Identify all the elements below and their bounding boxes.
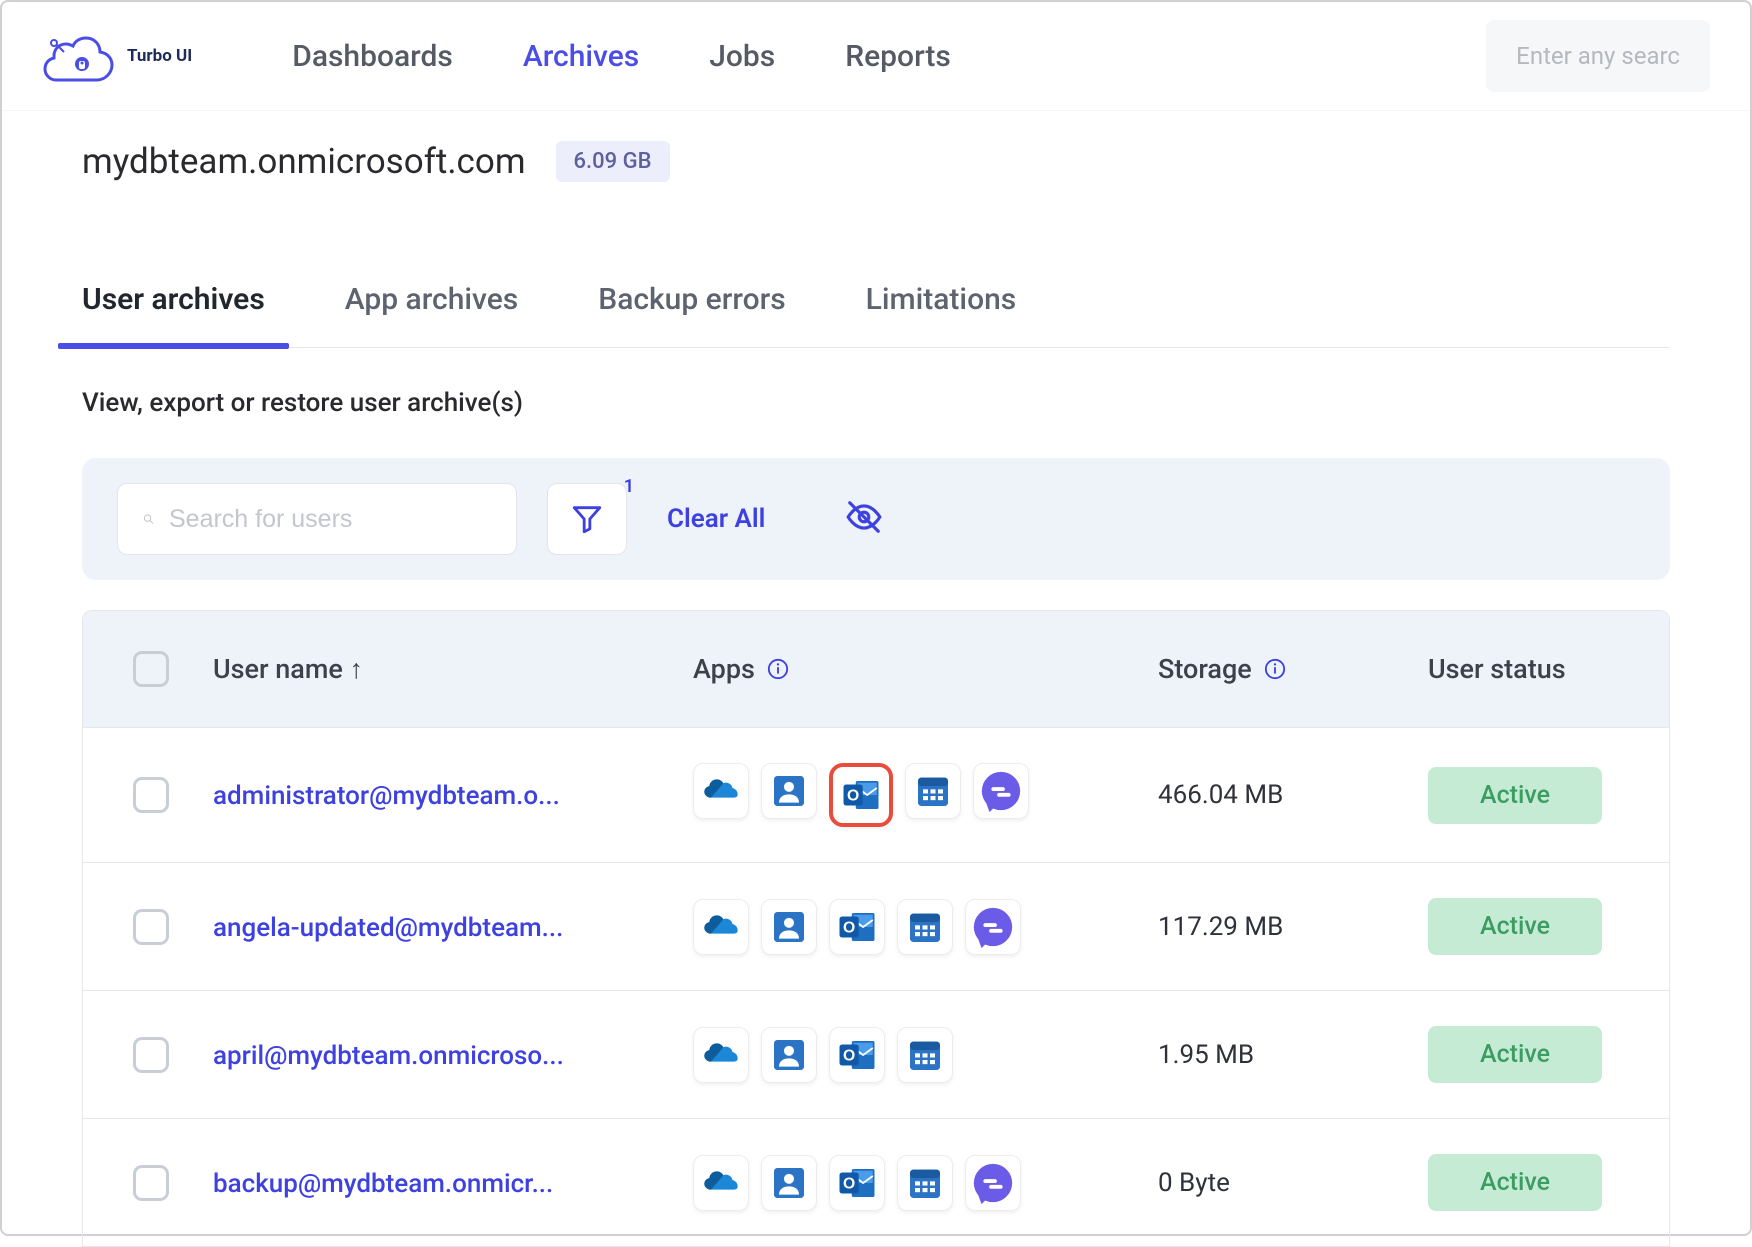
page-title: mydbteam.onmicrosoft.com <box>82 141 526 182</box>
col-header-username-label: User name <box>213 653 343 685</box>
table-row: administrator@mydbteam.o... O 466.04 MB Act… <box>83 727 1669 862</box>
clear-all-button[interactable]: Clear All <box>667 504 765 534</box>
outlook-app-icon[interactable]: O <box>829 1027 885 1083</box>
row-checkbox[interactable] <box>133 1165 169 1201</box>
outlook-app-icon[interactable]: O <box>829 1155 885 1211</box>
status-badge: Active <box>1428 1154 1602 1211</box>
calendar-app-icon[interactable] <box>905 763 961 819</box>
table-row: backup@mydbteam.onmicr... O 0 Byte Active <box>83 1118 1669 1246</box>
info-icon[interactable] <box>1264 658 1286 680</box>
onedrive-app-icon[interactable] <box>693 1027 749 1083</box>
col-header-storage-label: Storage <box>1158 653 1252 685</box>
apps-cell: O <box>693 1155 1148 1211</box>
contacts-app-icon[interactable] <box>761 899 817 955</box>
outlook-app-icon[interactable]: O <box>829 899 885 955</box>
contacts-app-icon[interactable] <box>761 1027 817 1083</box>
row-checkbox[interactable] <box>133 777 169 813</box>
col-header-status: User status <box>1428 653 1566 685</box>
teams-app-icon[interactable] <box>965 1155 1021 1211</box>
global-search[interactable]: Enter any searc <box>1486 20 1710 92</box>
col-header-apps: Apps <box>693 653 1148 685</box>
page-subtitle: View, export or restore user archive(s) <box>82 388 1670 418</box>
apps-cell: O <box>693 763 1148 827</box>
cloud-lock-icon <box>42 30 117 82</box>
user-link[interactable]: backup@mydbteam.onmicr... <box>213 1169 553 1199</box>
filter-bar: 1 Clear All <box>82 458 1670 580</box>
nav-jobs[interactable]: Jobs <box>709 39 775 74</box>
user-link[interactable]: april@mydbteam.onmicroso... <box>213 1041 564 1071</box>
tab-backup-errors[interactable]: Backup errors <box>598 282 785 347</box>
storage-value: 466.04 MB <box>1158 780 1418 810</box>
status-badge: Active <box>1428 767 1602 824</box>
tab-user-archives[interactable]: User archives <box>82 282 265 347</box>
nav-reports[interactable]: Reports <box>845 39 951 74</box>
storage-value: 0 Byte <box>1158 1168 1418 1198</box>
eye-off-icon <box>845 498 883 536</box>
table-row: angela-updated@mydbteam... O 117.29 MB Acti… <box>83 862 1669 990</box>
brand-name: Turbo UI <box>127 46 192 66</box>
info-icon[interactable] <box>767 658 789 680</box>
svg-text:O: O <box>847 787 859 804</box>
user-link[interactable]: angela-updated@mydbteam... <box>213 913 563 943</box>
storage-value: 1.95 MB <box>1158 1040 1418 1070</box>
user-link[interactable]: administrator@mydbteam.o... <box>213 781 560 811</box>
filter-count-badge: 1 <box>624 476 634 497</box>
user-search-field[interactable] <box>117 483 517 555</box>
select-all-checkbox[interactable] <box>133 651 169 687</box>
tab-limitations[interactable]: Limitations <box>866 282 1017 347</box>
onedrive-app-icon[interactable] <box>693 899 749 955</box>
storage-value: 117.29 MB <box>1158 912 1418 942</box>
size-badge: 6.09 GB <box>556 141 670 182</box>
svg-text:O: O <box>843 919 855 936</box>
calendar-app-icon[interactable] <box>897 1027 953 1083</box>
svg-text:O: O <box>843 1175 855 1192</box>
contacts-app-icon[interactable] <box>761 1155 817 1211</box>
nav-archives[interactable]: Archives <box>523 39 639 74</box>
contacts-app-icon[interactable] <box>761 763 817 819</box>
status-badge: Active <box>1428 898 1602 955</box>
col-header-username[interactable]: User name ↑ <box>213 653 683 685</box>
outlook-app-icon[interactable]: O <box>829 763 893 827</box>
table-header: User name ↑ Apps Storage User status <box>83 611 1669 727</box>
apps-cell: O <box>693 1027 1148 1083</box>
user-search-input[interactable] <box>169 505 491 534</box>
col-header-storage: Storage <box>1158 653 1418 685</box>
svg-text:O: O <box>843 1047 855 1064</box>
funnel-icon <box>570 502 604 536</box>
onedrive-app-icon[interactable] <box>693 763 749 819</box>
apps-cell: O <box>693 899 1148 955</box>
filter-button[interactable]: 1 <box>547 483 627 555</box>
col-header-apps-label: Apps <box>693 653 755 685</box>
teams-app-icon[interactable] <box>973 763 1029 819</box>
brand-logo[interactable]: Turbo UI <box>42 30 192 82</box>
teams-app-icon[interactable] <box>965 899 1021 955</box>
sort-asc-icon: ↑ <box>350 653 364 685</box>
tab-app-archives[interactable]: App archives <box>345 282 519 347</box>
nav-dashboards[interactable]: Dashboards <box>292 39 453 74</box>
row-checkbox[interactable] <box>133 909 169 945</box>
status-badge: Active <box>1428 1026 1602 1083</box>
row-checkbox[interactable] <box>133 1037 169 1073</box>
calendar-app-icon[interactable] <box>897 899 953 955</box>
onedrive-app-icon[interactable] <box>693 1155 749 1211</box>
calendar-app-icon[interactable] <box>897 1155 953 1211</box>
search-icon <box>143 504 154 534</box>
table-row: april@mydbteam.onmicroso... O 1.95 MB Activ… <box>83 990 1669 1118</box>
visibility-toggle[interactable] <box>845 498 883 540</box>
